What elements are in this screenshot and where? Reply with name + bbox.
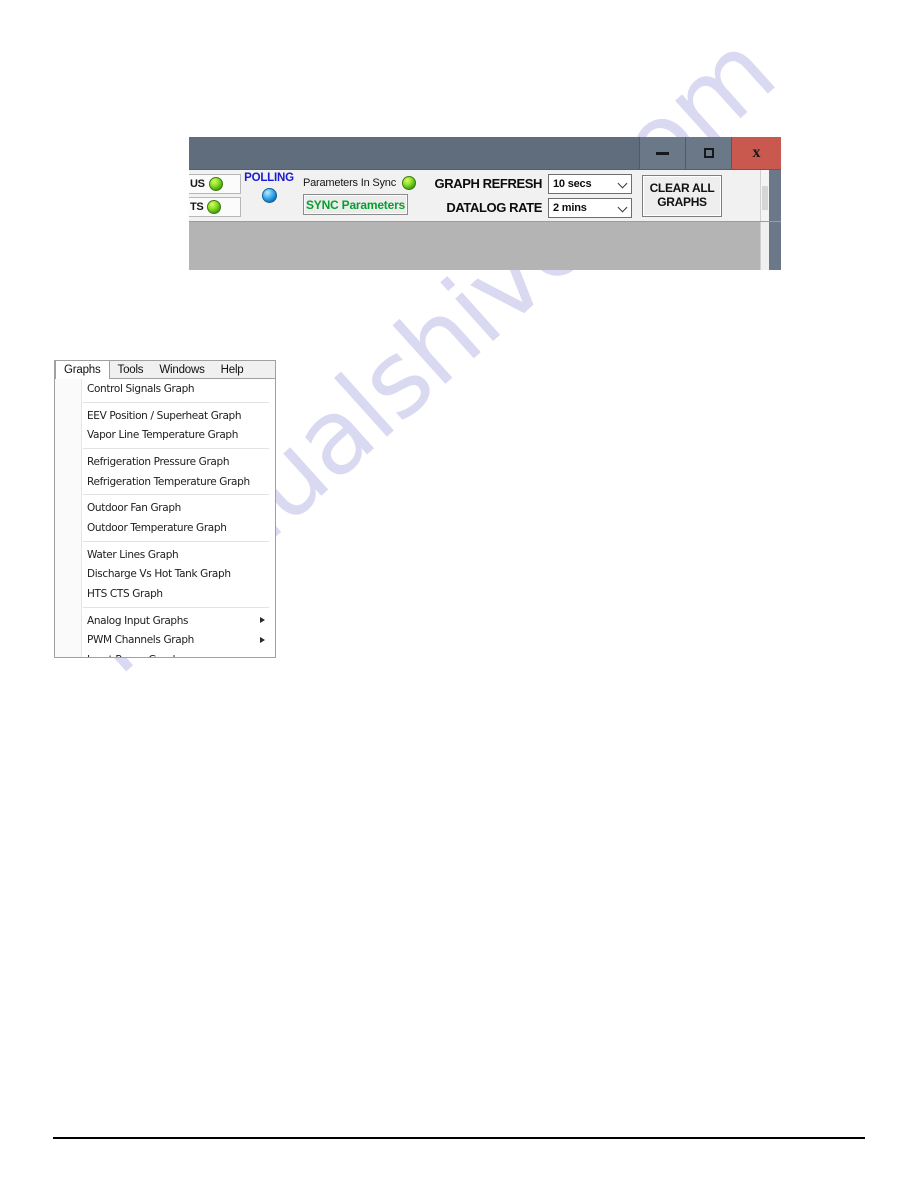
menu-item-label: Water Lines Graph	[87, 548, 179, 561]
polling-indicator: POLLING	[241, 170, 297, 221]
menu-item-label: Control Signals Graph	[87, 382, 195, 395]
close-button[interactable]: x	[731, 137, 781, 169]
menubar-item-graphs[interactable]: Graphs	[55, 361, 110, 379]
graph-refresh-label: GRAPH REFRESH	[434, 176, 543, 191]
menu-separator	[83, 401, 269, 403]
menubar-item-label: Windows	[159, 363, 205, 376]
graphs-dropdown-menu: Control Signals Graph EEV Position / Supe…	[55, 379, 275, 657]
menu-item-vapor-line-temperature-graph[interactable]: Vapor Line Temperature Graph	[55, 425, 275, 445]
status-indicator-label: US	[190, 178, 205, 190]
menubar-item-windows[interactable]: Windows	[151, 361, 212, 378]
menu-item-label: Outdoor Temperature Graph	[87, 521, 227, 534]
menu-item-hts-cts-graph[interactable]: HTS CTS Graph	[55, 584, 275, 604]
menubar-item-label: Tools	[117, 363, 144, 376]
menu-separator	[83, 494, 269, 496]
clear-all-graphs-button[interactable]: CLEAR ALL GRAPHS	[642, 174, 722, 217]
sync-parameters-label: SYNC Parameters	[305, 197, 406, 212]
polling-label: POLLING	[244, 172, 294, 184]
maximize-icon	[703, 148, 714, 158]
menubar-item-tools[interactable]: Tools	[110, 361, 152, 378]
menu-item-analog-input-graphs[interactable]: Analog Input Graphs	[55, 611, 275, 631]
page-footer-divider	[53, 1137, 865, 1139]
body-scrollbar-track[interactable]	[760, 222, 769, 270]
toolbar: US TS POLLING Parameters In Sync SYNC Pa…	[189, 170, 760, 221]
menubar: Graphs Tools Windows Help	[55, 360, 275, 379]
clear-all-graphs-line2: GRAPHS	[657, 194, 707, 209]
status-indicator-label: TS	[190, 201, 204, 213]
menu-item-label: Analog Input Graphs	[87, 614, 189, 627]
blue-led-icon	[261, 187, 277, 203]
rate-controls: GRAPH REFRESH 10 secs DATALOG RATE 2 min…	[416, 170, 632, 221]
minimize-icon	[656, 151, 669, 155]
green-led-icon	[207, 200, 222, 214]
menu-item-label: Outdoor Fan Graph	[87, 502, 181, 515]
status-indicator-group: US TS	[189, 170, 241, 221]
application-window: x US TS POLLING Parameters In Sync SYNC …	[189, 137, 781, 271]
window-right-frame	[769, 170, 781, 221]
menu-item-label: HTS CTS Graph	[87, 588, 163, 601]
menu-separator	[83, 540, 269, 542]
graph-refresh-select[interactable]: 10 secs	[548, 173, 632, 194]
sync-parameters-button[interactable]: SYNC Parameters	[303, 194, 408, 215]
datalog-rate-label: DATALOG RATE	[446, 200, 542, 215]
menu-item-outdoor-fan-graph[interactable]: Outdoor Fan Graph	[55, 498, 275, 518]
graphs-menu-window: Graphs Tools Windows Help Control Signals G…	[54, 360, 276, 658]
menu-item-label: Input Power Graph	[87, 654, 179, 657]
clear-all-graphs-line1: CLEAR ALL	[649, 180, 715, 195]
application-body-panel	[189, 222, 781, 270]
datalog-rate-value: 2 mins	[553, 201, 587, 214]
clear-all-graphs-container: CLEAR ALL GRAPHS	[632, 170, 722, 221]
menu-item-label: Vapor Line Temperature Graph	[87, 429, 239, 442]
menu-item-control-signals-graph[interactable]: Control Signals Graph	[55, 379, 275, 399]
menu-item-input-power-graph[interactable]: Input Power Graph	[55, 650, 275, 657]
menu-item-discharge-vs-hot-tank-graph[interactable]: Discharge Vs Hot Tank Graph	[55, 565, 275, 585]
menu-item-refrigeration-temperature-graph[interactable]: Refrigeration Temperature Graph	[55, 472, 275, 492]
parameters-in-sync-label: Parameters In Sync	[303, 177, 396, 189]
graph-refresh-value: 10 secs	[553, 177, 592, 190]
green-led-icon	[402, 176, 416, 190]
empty-panel-area	[189, 222, 760, 270]
menubar-item-label: Graphs	[64, 363, 101, 376]
submenu-arrow-icon	[260, 636, 265, 643]
menubar-item-help[interactable]: Help	[213, 361, 252, 378]
menu-item-refrigeration-pressure-graph[interactable]: Refrigeration Pressure Graph	[55, 452, 275, 472]
toolbar-region: US TS POLLING Parameters In Sync SYNC Pa…	[189, 170, 781, 222]
menu-item-eev-position-superheat-graph[interactable]: EEV Position / Superheat Graph	[55, 406, 275, 426]
status-indicator-row: TS	[189, 197, 241, 217]
menubar-item-label: Help	[220, 363, 244, 376]
submenu-arrow-icon	[260, 617, 265, 624]
sync-section: Parameters In Sync SYNC Parameters	[297, 170, 416, 221]
menu-separator	[83, 606, 269, 608]
green-led-icon	[208, 177, 223, 191]
menu-item-pwm-channels-graph[interactable]: PWM Channels Graph	[55, 631, 275, 651]
vertical-scrollbar[interactable]	[760, 170, 769, 221]
datalog-rate-row: DATALOG RATE 2 mins	[424, 197, 632, 218]
chevron-down-icon	[619, 203, 628, 212]
menu-item-water-lines-graph[interactable]: Water Lines Graph	[55, 545, 275, 565]
menu-item-label: Refrigeration Pressure Graph	[87, 455, 230, 468]
menu-item-label: PWM Channels Graph	[87, 634, 194, 647]
close-icon: x	[752, 144, 761, 161]
graph-refresh-row: GRAPH REFRESH 10 secs	[424, 173, 632, 194]
chevron-down-icon	[619, 179, 628, 188]
menu-item-outdoor-temperature-graph[interactable]: Outdoor Temperature Graph	[55, 518, 275, 538]
menu-separator	[83, 448, 269, 450]
datalog-rate-select[interactable]: 2 mins	[548, 197, 632, 218]
maximize-button[interactable]	[685, 137, 731, 169]
window-titlebar: x	[189, 137, 781, 170]
parameters-in-sync-row: Parameters In Sync	[303, 176, 416, 190]
status-indicator-row: US	[189, 174, 241, 194]
menu-item-label: EEV Position / Superheat Graph	[87, 409, 242, 422]
minimize-button[interactable]	[639, 137, 685, 169]
window-right-frame	[769, 222, 781, 270]
menu-item-label: Refrigeration Temperature Graph	[87, 475, 250, 488]
menu-item-label: Discharge Vs Hot Tank Graph	[87, 568, 231, 581]
